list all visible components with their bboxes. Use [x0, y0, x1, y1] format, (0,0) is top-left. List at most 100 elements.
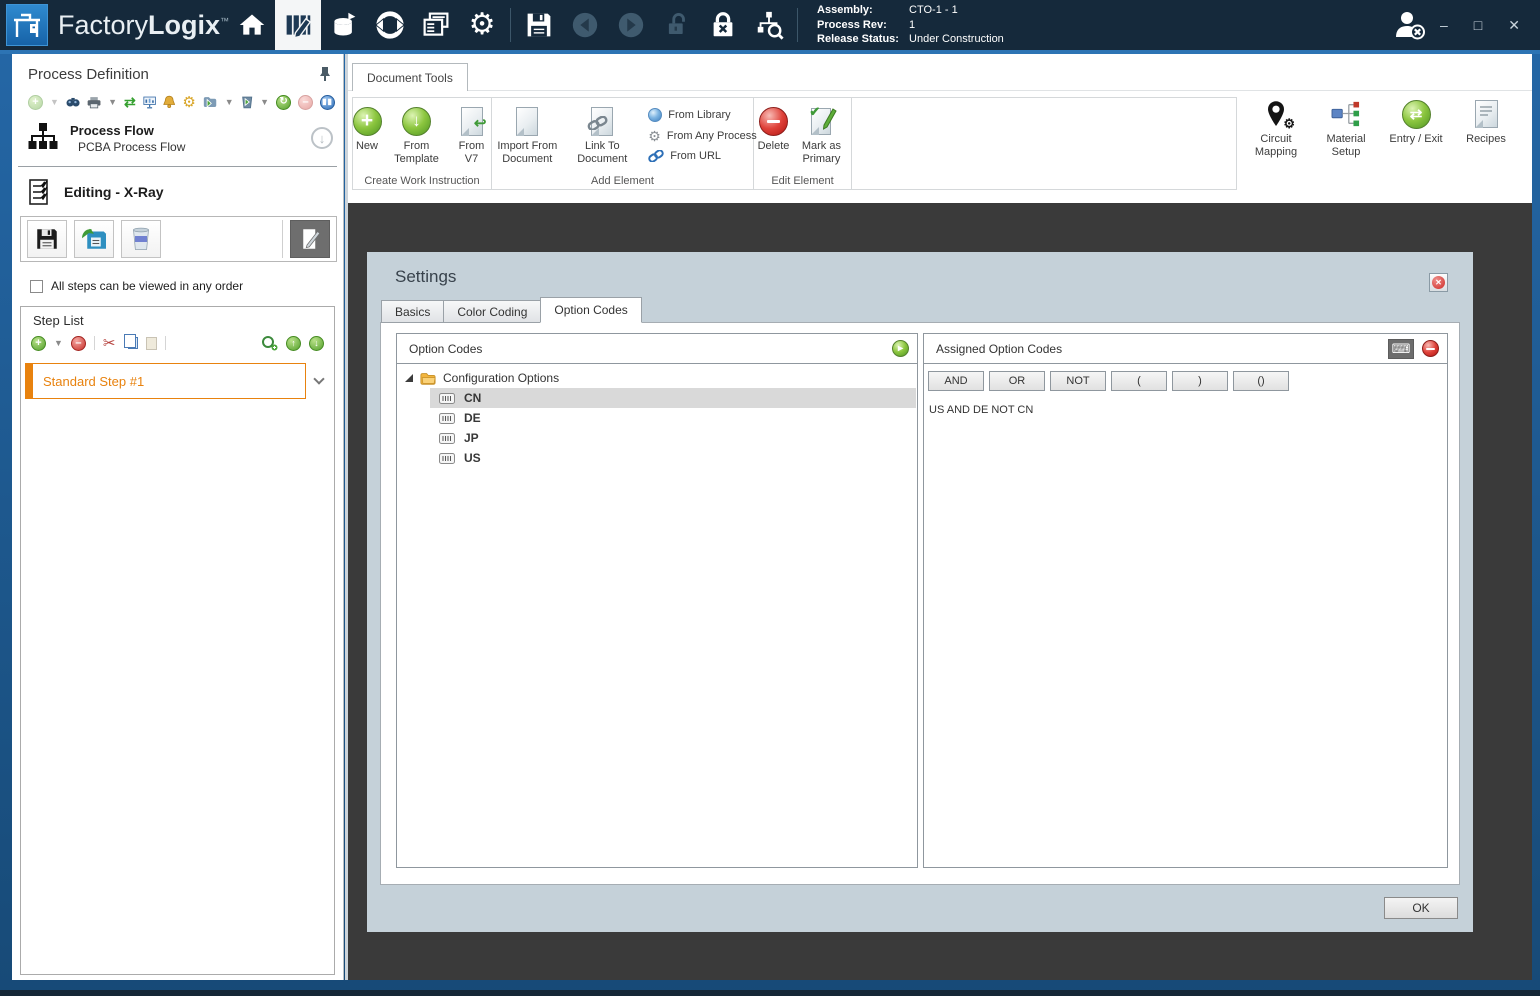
discard-document-button[interactable]: [121, 220, 161, 258]
keyboard-entry-button[interactable]: ⌨: [1388, 338, 1414, 359]
revert-document-button[interactable]: [74, 220, 114, 258]
unlock-button[interactable]: [654, 0, 700, 50]
cut-icon[interactable]: ✂: [103, 336, 116, 351]
circuit-mapping-button[interactable]: ⚙ Circuit Mapping: [1245, 97, 1307, 158]
assign-option-code-button[interactable]: ▸: [892, 340, 909, 357]
process-flow-row[interactable]: Process Flow PCBA Process Flow ↓: [12, 110, 343, 154]
remove-bucket-icon[interactable]: [241, 94, 253, 110]
presentation-icon[interactable]: [143, 94, 156, 110]
settings-button[interactable]: ⚙: [459, 0, 505, 50]
process-definition-button[interactable]: [275, 0, 322, 50]
lock-x-icon: [713, 12, 733, 37]
add-step-button[interactable]: +: [31, 335, 46, 351]
tree-item-cn[interactable]: CN: [430, 388, 916, 408]
user-x-icon: [1396, 12, 1425, 40]
logout-user-button[interactable]: [1388, 0, 1432, 50]
ribbon-right-buttons: ⚙ Circuit Mapping Material Setup ⇄ Entry…: [1245, 97, 1517, 158]
deploy-folder-icon[interactable]: [203, 95, 218, 110]
sync-icon: [375, 11, 405, 39]
close-button[interactable]: ✕: [1508, 17, 1520, 34]
move-step-up-button[interactable]: ↑: [286, 335, 301, 351]
tree-item-jp[interactable]: JP: [430, 428, 917, 448]
back-arrow-icon: [572, 12, 598, 38]
pin-icon[interactable]: [319, 66, 331, 82]
lock-cancel-button[interactable]: [700, 0, 746, 50]
not-button[interactable]: NOT: [1050, 371, 1106, 391]
close-paren-button[interactable]: ): [1172, 371, 1228, 391]
edit-document-button[interactable]: [290, 220, 330, 258]
sync-button[interactable]: [367, 0, 413, 50]
ok-button[interactable]: OK: [1384, 897, 1458, 919]
or-button[interactable]: OR: [989, 371, 1045, 391]
documents-button[interactable]: [413, 0, 459, 50]
back-button[interactable]: [562, 0, 608, 50]
step-item[interactable]: Standard Step #1: [25, 363, 306, 399]
add-step-caret[interactable]: ▼: [54, 338, 63, 348]
revert-icon: [82, 228, 106, 249]
home-icon: [239, 14, 265, 35]
any-order-checkbox[interactable]: [30, 279, 43, 293]
production-button[interactable]: [321, 0, 367, 50]
from-library-button[interactable]: From Library: [648, 108, 756, 122]
move-step-down-button[interactable]: ↓: [309, 335, 324, 351]
recipes-button[interactable]: Recipes: [1455, 97, 1517, 158]
paste-icon[interactable]: [145, 336, 157, 350]
find-icon[interactable]: [66, 95, 80, 110]
brand-wordmark: FactoryLogix™: [58, 9, 230, 40]
remove-caret[interactable]: ▼: [260, 97, 269, 107]
context-info: Assembly: CTO-1 - 1 Process Rev: 1 Release…: [817, 3, 1004, 47]
deploy-caret[interactable]: ▼: [225, 97, 234, 107]
forward-button[interactable]: [608, 0, 654, 50]
collapse-arrow-icon[interactable]: ↓: [311, 127, 333, 149]
group-label: Add Element: [591, 175, 654, 187]
dialog-close-button[interactable]: ✕: [1429, 273, 1448, 292]
floppy-icon: [527, 13, 551, 37]
zoom-step-icon[interactable]: [261, 335, 278, 351]
print-icon[interactable]: [87, 95, 101, 110]
step-expander-icon[interactable]: [313, 373, 325, 385]
editing-row: Editing - X-Ray: [12, 167, 343, 206]
save-document-button[interactable]: [27, 220, 67, 258]
add-process-caret[interactable]: ▼: [50, 97, 59, 107]
audit-trail-button[interactable]: [746, 0, 792, 50]
stop-process-button[interactable]: –: [298, 94, 314, 110]
add-process-button[interactable]: +: [28, 94, 43, 110]
pencil-icon: [823, 108, 838, 130]
tab-color-coding[interactable]: Color Coding: [443, 300, 542, 323]
bell-icon[interactable]: [163, 94, 176, 110]
tree-item-de[interactable]: DE: [430, 408, 917, 428]
tree-root-label: Configuration Options: [443, 371, 560, 385]
open-paren-button[interactable]: (: [1111, 371, 1167, 391]
from-url-button[interactable]: From URL: [648, 150, 756, 162]
check-icon: ✔: [809, 104, 821, 119]
and-button[interactable]: AND: [928, 371, 984, 391]
option-codes-panel-title: Option Codes: [409, 341, 483, 356]
tab-option-codes[interactable]: Option Codes: [540, 297, 642, 323]
minimize-button[interactable]: –: [1440, 17, 1448, 33]
pause-process-button[interactable]: ▮▮: [320, 94, 336, 110]
save-button[interactable]: [516, 0, 562, 50]
app-logo: [6, 4, 48, 46]
operator-buttons: AND OR NOT ( ) (): [924, 364, 1447, 391]
flowchart-search-icon: [757, 11, 784, 40]
tree-root-row[interactable]: Configuration Options: [397, 368, 917, 388]
tab-basics[interactable]: Basics: [381, 300, 445, 323]
process-gear-icon[interactable]: ⚙: [182, 95, 195, 110]
expression-text[interactable]: US AND DE NOT CN: [924, 391, 1447, 416]
start-process-button[interactable]: ↻: [276, 94, 292, 110]
entry-exit-button[interactable]: ⇄ Entry / Exit: [1385, 97, 1447, 158]
copy-icon[interactable]: [123, 334, 138, 349]
tree-item-us[interactable]: US: [430, 448, 917, 468]
print-caret[interactable]: ▼: [108, 97, 117, 107]
expander-icon[interactable]: [405, 374, 413, 382]
maximize-button[interactable]: □: [1474, 17, 1482, 33]
home-button[interactable]: [229, 0, 275, 50]
material-setup-button[interactable]: Material Setup: [1315, 97, 1377, 158]
tab-document-tools[interactable]: Document Tools: [352, 63, 468, 91]
remove-step-button[interactable]: –: [70, 335, 86, 351]
paren-pair-button[interactable]: (): [1233, 371, 1289, 391]
from-any-process-button[interactable]: ⚙ From Any Process: [648, 129, 756, 143]
reorder-icon[interactable]: ⇄: [124, 95, 136, 109]
clear-expression-button[interactable]: [1422, 340, 1439, 357]
document-actions: [20, 216, 337, 262]
